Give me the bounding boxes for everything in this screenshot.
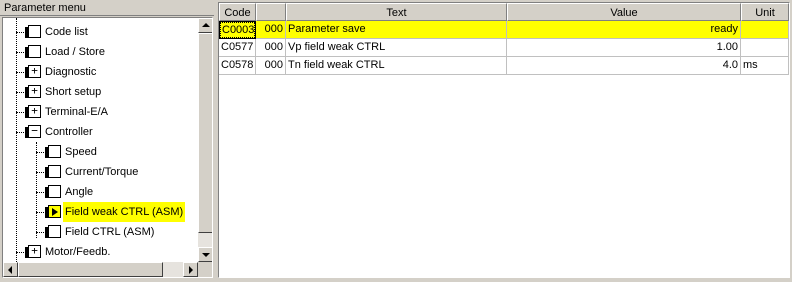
tree-vertical-scroll-thumb[interactable] xyxy=(198,33,212,233)
tree-item-speed[interactable]: Speed xyxy=(3,142,198,162)
folder-plain-icon xyxy=(25,25,41,38)
tree-item-label: Current/Torque xyxy=(65,166,139,178)
tree-vertical-scrollbar[interactable] xyxy=(198,18,212,262)
arrow-left-icon xyxy=(8,266,12,274)
tree-item-label: Field weak CTRL (ASM) xyxy=(63,202,186,222)
cell-subcode[interactable]: 000 xyxy=(256,57,286,75)
parameter-menu-title: Parameter menu xyxy=(0,0,214,16)
cell-unit[interactable] xyxy=(741,39,789,57)
cell-value[interactable]: 4.0 xyxy=(507,57,741,75)
cell-text[interactable]: Tn field weak CTRL xyxy=(286,57,507,75)
folder-active-icon xyxy=(45,205,61,218)
scroll-up-button[interactable] xyxy=(198,18,212,33)
arrow-right-icon xyxy=(189,266,193,274)
table-row[interactable]: C0003 000 Parameter save ready xyxy=(219,21,789,39)
cell-code[interactable]: C0578 xyxy=(219,57,256,75)
folder-expand-icon[interactable] xyxy=(25,103,41,118)
arrow-down-icon xyxy=(202,253,210,257)
tree-area: Code list Load / Store Diagnostic Short … xyxy=(3,18,198,262)
tree-item-code-list[interactable]: Code list xyxy=(3,22,198,42)
tree-item-current-torque[interactable]: Current/Torque xyxy=(3,162,198,182)
arrow-up-icon xyxy=(202,23,210,27)
tree-item-diagnostic[interactable]: Diagnostic xyxy=(3,62,198,82)
folder-plain-icon xyxy=(45,145,61,158)
tree-item-label: Controller xyxy=(45,126,93,138)
cell-subcode[interactable]: 000 xyxy=(256,21,286,39)
tree-horizontal-scroll-thumb[interactable] xyxy=(18,262,163,277)
scroll-down-button[interactable] xyxy=(198,247,212,262)
tree-item-controller[interactable]: Controller xyxy=(3,122,198,142)
scrollbar-corner xyxy=(198,262,212,277)
cell-unit[interactable]: ms xyxy=(741,57,789,75)
tree-item-label: Diagnostic xyxy=(45,66,97,78)
tree-item-angle[interactable]: Angle xyxy=(3,182,198,202)
folder-collapse-icon[interactable] xyxy=(25,123,41,138)
tree-item-label: Motor/Feedb. xyxy=(45,246,111,258)
cell-value[interactable]: ready xyxy=(507,21,741,39)
folder-expand-icon[interactable] xyxy=(25,83,41,98)
column-header-code[interactable]: Code xyxy=(219,3,256,21)
cell-subcode[interactable]: 000 xyxy=(256,39,286,57)
folder-expand-icon[interactable] xyxy=(25,63,41,78)
tree-view: Code list Load / Store Diagnostic Short … xyxy=(2,17,213,278)
cell-unit[interactable] xyxy=(741,21,789,39)
folder-expand-icon[interactable] xyxy=(25,243,41,258)
cell-text[interactable]: Parameter save xyxy=(286,21,507,39)
tree-item-label: Short setup xyxy=(45,86,102,98)
folder-plain-icon xyxy=(25,45,41,58)
column-header-subcode[interactable] xyxy=(256,3,286,21)
tree-item-short-setup[interactable]: Short setup xyxy=(3,82,198,102)
table-row[interactable]: C0578 000 Tn field weak CTRL 4.0 ms xyxy=(219,57,789,75)
scroll-right-button[interactable] xyxy=(183,262,198,277)
column-header-value[interactable]: Value xyxy=(507,3,741,21)
folder-plain-icon xyxy=(45,165,61,178)
parameter-menu-panel: Parameter menu Code list Load / Store Di… xyxy=(0,0,214,280)
column-header-unit[interactable]: Unit xyxy=(741,3,789,21)
tree-item-label: Load / Store xyxy=(45,46,105,58)
cell-code[interactable]: C0577 xyxy=(219,39,256,57)
cell-code[interactable]: C0003 xyxy=(219,21,256,39)
parameter-table: Code Text Value Unit C0003 000 Parameter… xyxy=(218,2,790,278)
tree-item-label: Terminal-E/A xyxy=(45,106,108,118)
scroll-left-button[interactable] xyxy=(3,262,18,277)
table-row[interactable]: C0577 000 Vp field weak CTRL 1.00 xyxy=(219,39,789,57)
cell-text[interactable]: Vp field weak CTRL xyxy=(286,39,507,57)
column-header-text[interactable]: Text xyxy=(286,3,507,21)
tree-item-label: Speed xyxy=(65,146,97,158)
tree-item-label: Code list xyxy=(45,26,88,38)
tree-item-label: Field CTRL (ASM) xyxy=(65,226,155,238)
tree-item-label: Angle xyxy=(65,186,94,198)
tree-item-field-weak-ctrl[interactable]: Field weak CTRL (ASM) xyxy=(3,202,198,222)
tree-item-load-store[interactable]: Load / Store xyxy=(3,42,198,62)
cell-value[interactable]: 1.00 xyxy=(507,39,741,57)
tree-horizontal-scrollbar[interactable] xyxy=(3,262,198,277)
tree-item-field-ctrl[interactable]: Field CTRL (ASM) xyxy=(3,222,198,242)
tree-item-motor-feedb[interactable]: Motor/Feedb. xyxy=(3,242,198,262)
folder-plain-icon xyxy=(45,185,61,198)
tree-item-terminal-ea[interactable]: Terminal-E/A xyxy=(3,102,198,122)
folder-plain-icon xyxy=(45,225,61,238)
